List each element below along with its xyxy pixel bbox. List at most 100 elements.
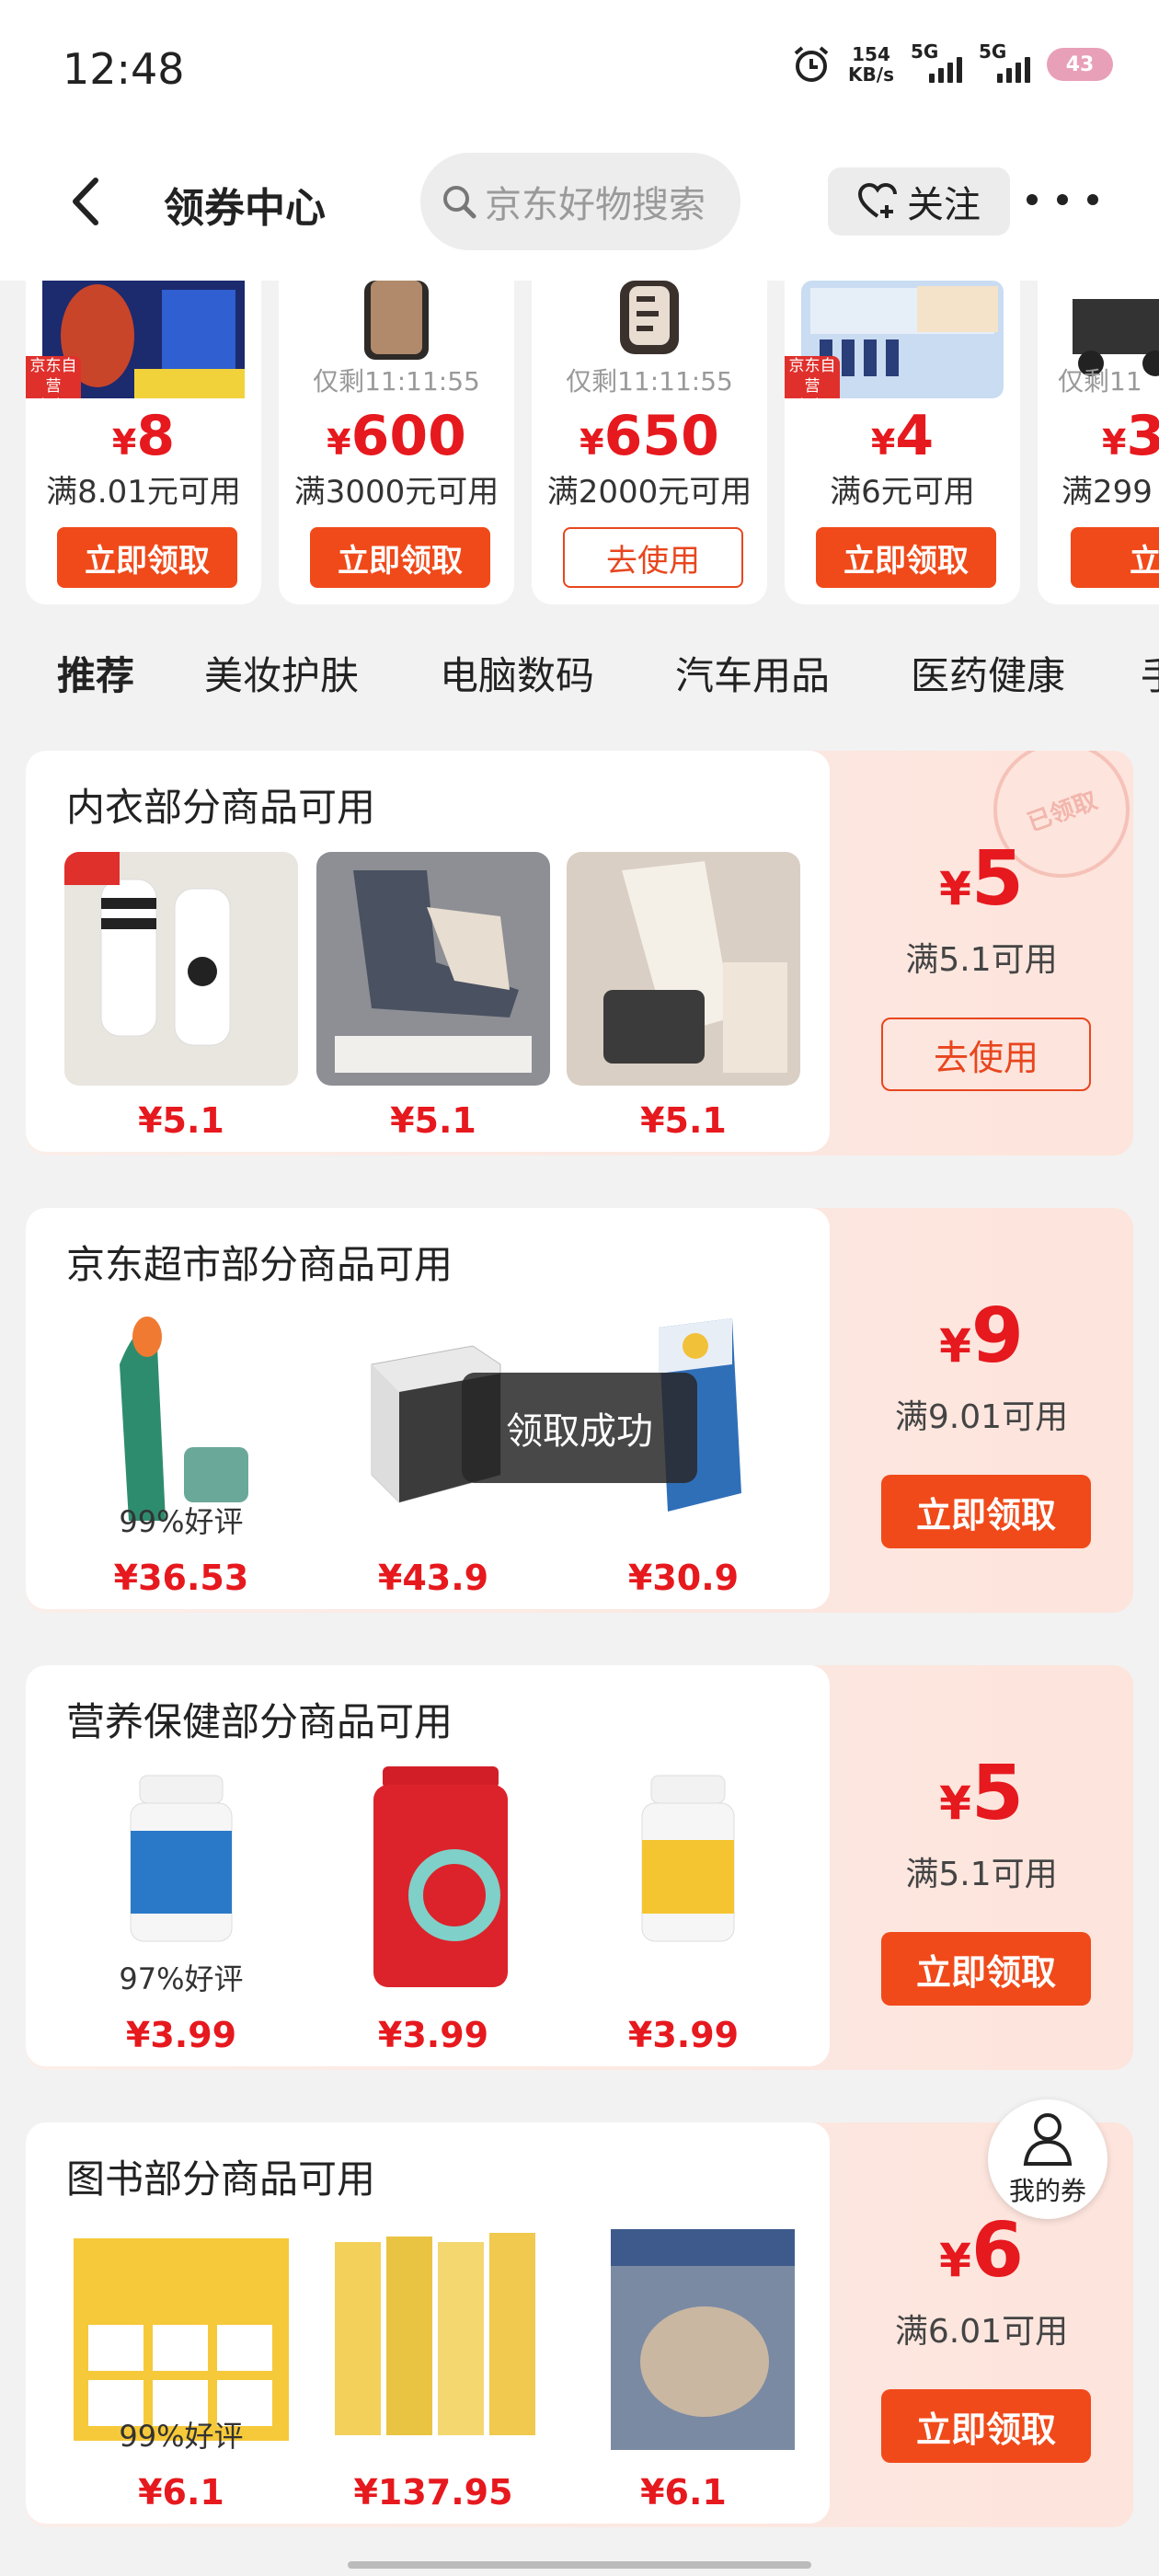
status-time: 12:48 xyxy=(63,44,185,94)
status-bar: 12:48 154 KB/s 5G 5G 43 xyxy=(0,0,1159,138)
remaining-time: 仅剩11 xyxy=(1058,366,1142,397)
product-price: ¥5.1 xyxy=(390,1100,476,1141)
category-tabs: 推荐 美妆护肤 电脑数码 汽车用品 医药健康 手 xyxy=(0,630,1159,718)
product-price: ¥30.9 xyxy=(627,1558,740,1598)
coupon-amount: ¥8 xyxy=(111,404,176,468)
follow-button[interactable]: 关注 xyxy=(828,167,1010,236)
coupon-products-panel: 京东超市部分商品可用 99%好评 ¥36.53 ¥43.9 ¥30.9 xyxy=(26,1208,830,1609)
coupon-value-panel: 已领取 ¥5 满5.1可用 去使用 xyxy=(830,751,1133,1156)
claim-button[interactable]: 立即领取 xyxy=(881,2389,1091,2463)
product-price: ¥6.1 xyxy=(138,2472,224,2513)
product-item[interactable]: ¥3.99 xyxy=(316,1766,550,2055)
coupon-row: 内衣部分商品可用 ¥5.1 ¥5.1 ¥5.1 已领取 ¥5 满5.1可用 去使… xyxy=(26,751,1133,1156)
product-item[interactable]: 99%好评 ¥36.53 xyxy=(64,1309,298,1598)
top-coupon-card: 仅剩11:11:55 ¥650 满2000元可用 去使用 xyxy=(532,281,767,604)
product-rating: 99%好评 xyxy=(119,2419,244,2454)
claim-button[interactable]: 立即领取 xyxy=(881,1932,1091,2006)
coupon-category: 图书部分商品可用 xyxy=(66,2156,376,2202)
tab-computers[interactable]: 电脑数码 xyxy=(440,645,594,701)
top-coupon-card: 仅剩11:11:55 ¥600 满3000元可用 立即领取 xyxy=(279,281,514,604)
product-item[interactable]: ¥3.99 xyxy=(567,1766,800,2055)
product-price: ¥137.95 xyxy=(353,2472,513,2513)
home-indicator[interactable] xyxy=(348,2561,811,2569)
tab-health[interactable]: 医药健康 xyxy=(911,645,1065,701)
net-speed: 154 KB/s xyxy=(848,44,894,85)
product-item[interactable]: 97%好评 ¥3.99 xyxy=(64,1766,298,2055)
product-item[interactable]: ¥137.95 xyxy=(316,2224,550,2513)
claim-button[interactable]: 立即领取 xyxy=(881,1475,1091,1548)
more-menu-icon[interactable] xyxy=(1027,177,1098,223)
coupon-amount: ¥9 xyxy=(939,1293,1024,1380)
product-rating: 97%好评 xyxy=(119,1961,244,1996)
my-coupons-label: 我的券 xyxy=(1008,2176,1086,2206)
claim-button[interactable]: 立即领取 xyxy=(310,527,490,588)
product-item[interactable]: 99%好评 ¥6.1 xyxy=(64,2224,298,2513)
signal-2-label: 5G xyxy=(979,40,1007,63)
product-item[interactable]: ¥5.1 xyxy=(567,852,800,1141)
coupon-products-panel: 内衣部分商品可用 ¥5.1 ¥5.1 ¥5.1 xyxy=(26,751,830,1152)
use-button[interactable]: 去使用 xyxy=(881,1018,1091,1091)
search-input[interactable]: 京东好物搜索 xyxy=(420,153,740,250)
coupon-condition: 满5.1可用 xyxy=(905,1856,1058,1893)
product-image xyxy=(316,1766,550,2000)
top-coupon-card: 仅剩11 ¥3 满299 立即 xyxy=(1038,281,1159,604)
back-arrow-icon[interactable] xyxy=(63,173,114,230)
page-title: 领券中心 xyxy=(164,185,326,232)
tab-recommended[interactable]: 推荐 xyxy=(57,645,134,701)
signal-icon-1: 5G xyxy=(911,40,962,83)
coupon-condition: 满2000元可用 xyxy=(546,474,752,511)
search-placeholder: 京东好物搜索 xyxy=(485,184,706,226)
product-rating: 99%好评 xyxy=(119,1504,244,1539)
tab-beauty[interactable]: 美妆护肤 xyxy=(204,645,359,701)
top-coupon-card: 京东自营 包邮 ¥8 满8.01元可用 立即领取 xyxy=(26,281,261,604)
claim-button[interactable]: 立即领取 xyxy=(57,527,237,588)
product-item[interactable]: ¥5.1 xyxy=(316,852,550,1141)
use-button[interactable]: 去使用 xyxy=(563,527,743,588)
header: 领券中心 京东好物搜索 关注 xyxy=(0,138,1159,281)
net-speed-value: 154 xyxy=(852,43,890,65)
alarm-icon xyxy=(794,46,829,82)
coupon-products-panel: 营养保健部分商品可用 97%好评 ¥3.99 ¥3.99 ¥3.99 xyxy=(26,1665,830,2066)
self-operated-badge: 京东自营 包邮 xyxy=(785,356,840,416)
claim-button[interactable]: 立即 xyxy=(1071,527,1159,588)
coupon-condition: 满5.1可用 xyxy=(905,941,1058,979)
product-item[interactable]: ¥5.1 xyxy=(64,852,298,1141)
coupon-condition: 满3000元可用 xyxy=(293,474,499,511)
product-price: ¥36.53 xyxy=(113,1558,249,1598)
product-image xyxy=(316,2224,550,2457)
product-image xyxy=(316,852,550,1086)
product-price: ¥5.1 xyxy=(138,1100,224,1141)
coupon-condition: 满6.01可用 xyxy=(894,2313,1069,2351)
tab-more[interactable]: 手 xyxy=(1141,645,1159,701)
coupon-condition: 满6元可用 xyxy=(830,474,975,511)
top-coupon-strip[interactable]: 京东自营 包邮 ¥8 满8.01元可用 立即领取 仅剩11:11:55 ¥600 … xyxy=(0,281,1159,612)
product-item[interactable]: ¥6.1 xyxy=(567,2224,800,2513)
product-price: ¥43.9 xyxy=(377,1558,489,1598)
signal-1-label: 5G xyxy=(911,40,939,63)
coupon-products-panel: 图书部分商品可用 99%好评 ¥6.1 ¥137.95 ¥6.1 xyxy=(26,2122,830,2524)
battery-icon: 43 xyxy=(1047,48,1113,81)
remaining-time: 仅剩11:11:55 xyxy=(313,366,480,397)
coupon-condition: 满9.01可用 xyxy=(894,1398,1069,1436)
product-price: ¥3.99 xyxy=(377,2015,489,2055)
signal-icon-2: 5G xyxy=(979,40,1030,83)
claim-button[interactable]: 立即领取 xyxy=(816,527,996,588)
coupon-category: 内衣部分商品可用 xyxy=(66,785,376,830)
coupon-row: 图书部分商品可用 99%好评 ¥6.1 ¥137.95 ¥6.1 ¥6 满6.0… xyxy=(26,2122,1133,2527)
coupon-amount: ¥5 xyxy=(939,835,1024,923)
battery-level: 43 xyxy=(1065,52,1095,76)
coupon-row: 营养保健部分商品可用 97%好评 ¥3.99 ¥3.99 ¥3.99 ¥5 满5… xyxy=(26,1665,1133,2070)
product-price: ¥3.99 xyxy=(627,2015,740,2055)
product-price: ¥5.1 xyxy=(640,1100,727,1141)
success-toast: 领取成功 xyxy=(462,1373,697,1483)
coupon-condition: 满8.01元可用 xyxy=(46,474,241,511)
tab-auto[interactable]: 汽车用品 xyxy=(675,645,830,701)
remaining-time: 仅剩11:11:55 xyxy=(566,366,733,397)
coupon-category: 京东超市部分商品可用 xyxy=(66,1242,453,1287)
my-coupons-button[interactable]: 我的券 xyxy=(988,2099,1107,2219)
coupon-amount: ¥5 xyxy=(939,1750,1024,1837)
status-icons: 154 KB/s 5G 5G 43 xyxy=(791,40,1113,85)
product-image xyxy=(567,852,800,1086)
coupon-value-panel: ¥5 满5.1可用 立即领取 xyxy=(830,1665,1133,2070)
coupon-amount: ¥4 xyxy=(870,404,935,468)
